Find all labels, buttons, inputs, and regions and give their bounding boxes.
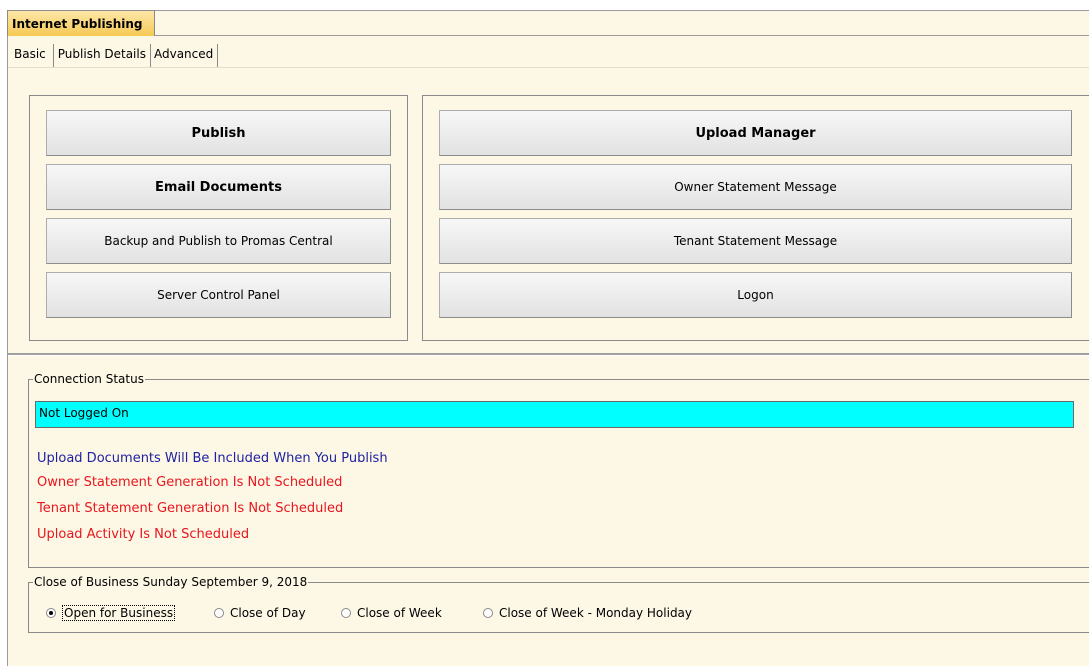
title-divider [155,35,1089,36]
tab-publish-details[interactable]: Publish Details [52,44,151,68]
server-control-panel-button[interactable]: Server Control Panel [46,272,391,318]
radio-open-for-business[interactable]: Open for Business [46,604,176,622]
radio-close-of-week[interactable]: Close of Week [341,604,442,622]
radio-label: Open for Business [62,605,176,621]
radio-close-of-day[interactable]: Close of Day [214,604,306,622]
status-message-owner-statement: Owner Statement Generation Is Not Schedu… [37,475,343,490]
tab-strip: Basic Publish Details Advanced [8,44,219,68]
status-message-upload-documents: Upload Documents Will Be Included When Y… [37,451,388,466]
tab-divider [8,67,1089,68]
status-message-tenant-statement: Tenant Statement Generation Is Not Sched… [37,501,344,516]
connection-status-bar: Not Logged On [35,401,1074,428]
close-of-business-legend: Close of Business Sunday September 9, 20… [34,575,308,589]
owner-statement-message-button[interactable]: Owner Statement Message [439,164,1072,210]
radio-indicator-icon[interactable] [214,608,224,618]
radio-indicator-icon[interactable] [341,608,351,618]
radio-label: Close of Week [357,606,442,620]
email-documents-button[interactable]: Email Documents [46,164,391,210]
radio-label: Close of Week - Monday Holiday [499,606,693,620]
connection-status-legend: Connection Status [34,372,144,386]
logon-button[interactable]: Logon [439,272,1072,318]
upload-manager-button[interactable]: Upload Manager [439,110,1072,156]
tab-advanced[interactable]: Advanced [150,44,219,68]
tenant-statement-message-button[interactable]: Tenant Statement Message [439,218,1072,264]
status-message-upload-activity: Upload Activity Is Not Scheduled [37,527,250,542]
publish-button[interactable]: Publish [46,110,391,156]
backup-publish-button[interactable]: Backup and Publish to Promas Central [46,218,391,264]
radio-indicator-icon[interactable] [483,608,493,618]
tab-basic[interactable]: Basic [8,44,54,68]
radio-close-of-week-monday-holiday[interactable]: Close of Week - Monday Holiday [483,604,692,622]
radio-label: Close of Day [230,606,306,620]
radio-indicator-icon[interactable] [46,608,56,618]
window-title-tab: Internet Publishing [7,10,155,36]
section-separator [8,353,1089,356]
